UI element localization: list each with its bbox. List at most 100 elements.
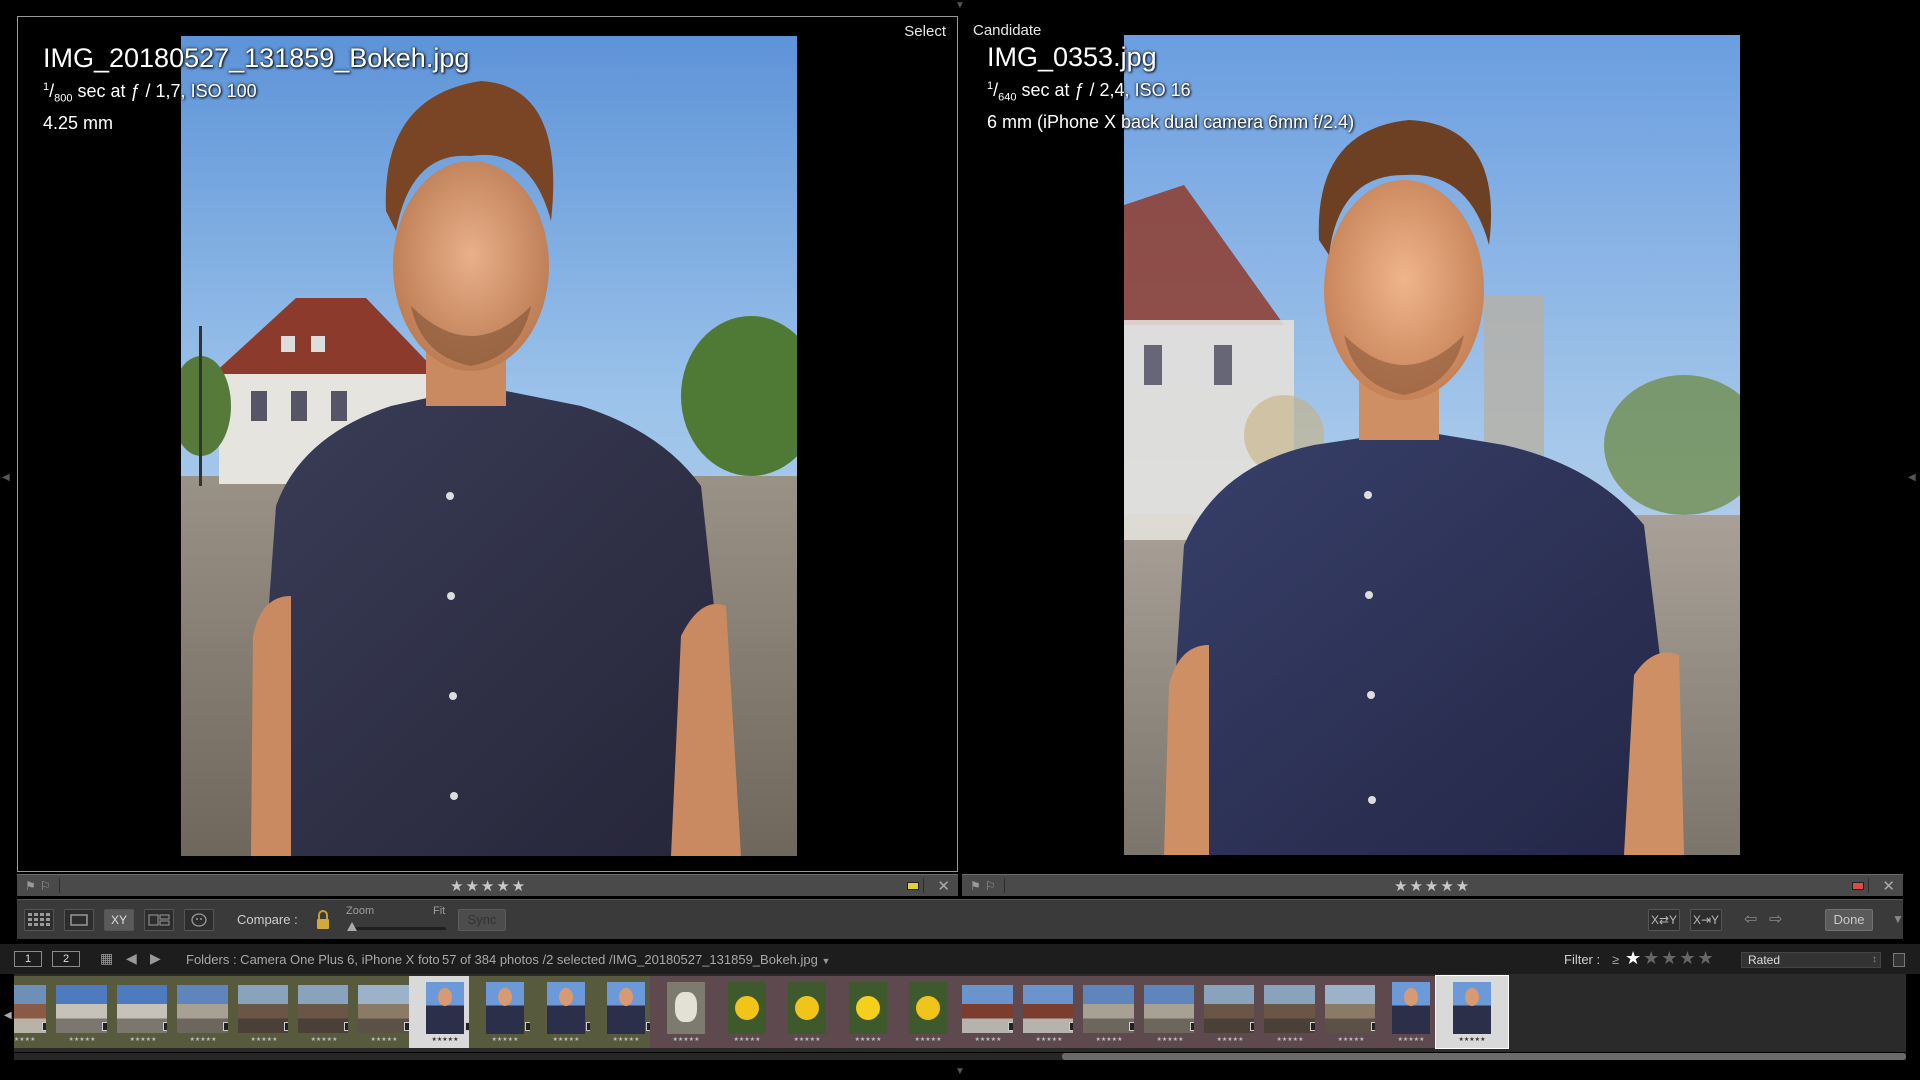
lock-icon[interactable] bbox=[314, 909, 332, 931]
thumbnail-image bbox=[909, 982, 947, 1034]
thumbnail-image bbox=[117, 985, 169, 1033]
left-panel-toggle-icon[interactable]: ◀ bbox=[2, 472, 10, 483]
compare-view-button[interactable]: XY bbox=[104, 909, 134, 931]
forward-arrow-icon[interactable]: ▶ bbox=[150, 950, 161, 967]
thumbnail-image bbox=[728, 982, 766, 1034]
divider bbox=[923, 878, 924, 893]
right-panel-toggle-icon[interactable]: ◀ bbox=[1908, 472, 1916, 483]
filmstrip-header: 1 2 ▦ ◀ ▶ Folders : Camera One Plus 6, i… bbox=[0, 944, 1920, 974]
thumbnail-image bbox=[486, 982, 524, 1034]
second-screen-button[interactable]: 2 bbox=[52, 951, 80, 967]
candidate-exposure-rest: sec at ƒ / 2,4, ISO 16 bbox=[1016, 80, 1191, 100]
select-exposure-rest: sec at ƒ / 1,7, ISO 100 bbox=[72, 81, 257, 101]
candidate-pane-label: Candidate bbox=[973, 22, 1042, 39]
thumbnail-image bbox=[298, 985, 350, 1033]
filter-select[interactable]: Rated bbox=[1741, 952, 1881, 968]
select-photo-image bbox=[181, 36, 797, 856]
flower-blossom bbox=[735, 996, 759, 1020]
survey-icon bbox=[148, 914, 170, 926]
zoom-slider-handle[interactable] bbox=[347, 922, 357, 931]
top-panel-toggle-icon[interactable]: ▼ bbox=[955, 0, 965, 11]
candidate-exposure: 1/640 sec at ƒ / 2,4, ISO 16 bbox=[987, 80, 1191, 104]
done-button[interactable]: Done bbox=[1825, 909, 1873, 931]
filter-lock-icon[interactable] bbox=[1893, 953, 1905, 967]
portrait-face bbox=[619, 988, 633, 1006]
sync-button[interactable]: Sync bbox=[458, 909, 506, 931]
thumbnail-image bbox=[1023, 985, 1075, 1033]
compare-label: Compare : bbox=[237, 912, 298, 927]
thumbnail-image bbox=[1264, 985, 1316, 1033]
portrait-face bbox=[559, 988, 573, 1006]
select-photo[interactable] bbox=[181, 36, 797, 856]
select-pane-footer: ⚑⚐ ★★★★★ ✕ bbox=[17, 874, 958, 896]
filmstrip[interactable]: ★★★★ ★★★★★ ★★★★★ ★★★★★ ★★★★★ ★★★★★ ★★★★★ ★★★★★ ★… bbox=[14, 974, 1906, 1052]
select-color-label[interactable] bbox=[907, 882, 919, 890]
grid-icon[interactable]: ▦ bbox=[100, 950, 113, 967]
portrait-face bbox=[438, 988, 452, 1006]
candidate-filename: IMG_0353.jpg bbox=[987, 42, 1157, 72]
select-exposure-num: 1 bbox=[43, 81, 50, 93]
thumbnail-image bbox=[1083, 985, 1135, 1033]
candidate-info-overlay: IMG_0353.jpg 1/640 sec at ƒ / 2,4, ISO 1… bbox=[987, 40, 1354, 134]
compare-toolbar: XY Compare : Zoom Fit Sync X⇄Y X⇥Y ⇦ ⇨ D… bbox=[17, 899, 1904, 939]
thumbnail-image bbox=[962, 985, 1014, 1033]
divider bbox=[1004, 878, 1005, 893]
filter-rating-stars[interactable]: ★★★★★ bbox=[1625, 948, 1716, 969]
thumbnail-image bbox=[56, 985, 108, 1033]
filter-star-off: ★★★★ bbox=[1643, 948, 1716, 968]
bottom-panel-toggle-icon[interactable]: ▼ bbox=[955, 1066, 965, 1077]
candidate-pane[interactable]: Candidate IMG_0353.jpg 1/640 sec at ƒ / … bbox=[962, 16, 1903, 872]
select-close-icon[interactable]: ✕ bbox=[937, 877, 950, 895]
candidate-color-label[interactable] bbox=[1852, 882, 1864, 890]
thumbnail-image bbox=[1204, 985, 1256, 1033]
thumbnail-image bbox=[177, 985, 229, 1033]
dropdown-icon: ▼ bbox=[821, 956, 831, 966]
thumbnail-image bbox=[788, 982, 826, 1034]
thumbnail-image bbox=[1453, 982, 1491, 1034]
photo-count[interactable]: 57 of 384 photos /2 selected /IMG_201805… bbox=[442, 952, 830, 967]
filmstrip-left-arrow-icon[interactable]: ◀ bbox=[4, 1010, 12, 1021]
flower-blossom bbox=[795, 996, 819, 1020]
select-info-overlay: IMG_20180527_131859_Bokeh.jpg 1/800 sec … bbox=[43, 41, 469, 135]
thumbnail-image bbox=[607, 982, 645, 1034]
survey-view-button[interactable] bbox=[144, 909, 174, 931]
select-rating-stars[interactable]: ★★★★★ bbox=[450, 877, 527, 895]
source-breadcrumb[interactable]: Folders : Camera One Plus 6, iPhone X fo… bbox=[186, 952, 440, 967]
portrait-face bbox=[1465, 988, 1479, 1006]
swap-button[interactable]: X⇄Y bbox=[1648, 909, 1680, 931]
grid-view-button[interactable] bbox=[24, 909, 54, 931]
face-icon bbox=[191, 913, 207, 927]
back-arrow-icon[interactable]: ◀ bbox=[126, 950, 137, 967]
candidate-flag-icons[interactable]: ⚑⚐ bbox=[970, 879, 1000, 893]
candidate-close-icon[interactable]: ✕ bbox=[1882, 877, 1895, 895]
zoom-label: Zoom bbox=[346, 905, 375, 917]
main-screen-button[interactable]: 1 bbox=[14, 951, 42, 967]
flower-blossom bbox=[856, 996, 880, 1020]
candidate-exposure-num: 1 bbox=[987, 80, 994, 92]
photo-count-text: 57 of 384 photos /2 selected / bbox=[442, 952, 613, 967]
portrait-face bbox=[498, 988, 512, 1006]
candidate-rating-stars[interactable]: ★★★★★ bbox=[1394, 877, 1471, 895]
loupe-view-button[interactable] bbox=[64, 909, 94, 931]
fit-label: Fit bbox=[433, 905, 446, 917]
thumbnail-image bbox=[849, 982, 887, 1034]
people-view-button[interactable] bbox=[184, 909, 214, 931]
filmstrip-thumbnail[interactable]: ★★★★★ bbox=[1435, 975, 1509, 1049]
select-flag-icons[interactable]: ⚑⚐ bbox=[25, 879, 55, 893]
select-filename: IMG_20180527_131859_Bokeh.jpg bbox=[43, 43, 470, 73]
candidate-photo[interactable] bbox=[1124, 35, 1740, 855]
filmstrip-scrollbar-thumb[interactable] bbox=[1062, 1053, 1906, 1060]
thumbnail-image bbox=[547, 982, 585, 1034]
toolbar-menu-chevron-icon[interactable]: ▼ bbox=[1892, 912, 1904, 926]
previous-arrow-icon[interactable]: ⇦ bbox=[1744, 909, 1757, 929]
filter-operator[interactable]: ≥ bbox=[1612, 952, 1619, 967]
thumbnail-image bbox=[358, 985, 410, 1033]
candidate-exposure-den: 640 bbox=[998, 91, 1017, 104]
zoom-slider-track[interactable] bbox=[350, 927, 446, 930]
dog-shape bbox=[675, 992, 697, 1022]
next-arrow-icon[interactable]: ⇨ bbox=[1769, 909, 1782, 929]
select-pane-label: Select bbox=[904, 23, 946, 40]
make-select-button[interactable]: X⇥Y bbox=[1690, 909, 1722, 931]
select-pane[interactable]: Select IMG_20180527_131859_Bokeh.jpg 1/8… bbox=[17, 16, 958, 872]
thumbnail-image bbox=[426, 982, 464, 1034]
